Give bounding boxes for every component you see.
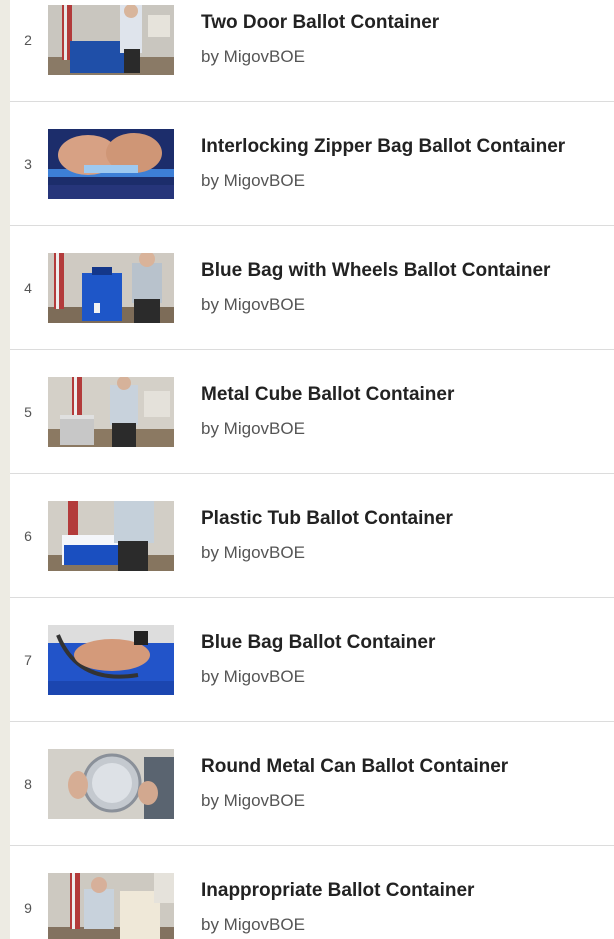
video-title[interactable]: Blue Bag Ballot Container bbox=[201, 632, 435, 654]
video-thumbnail[interactable] bbox=[48, 376, 174, 447]
video-author[interactable]: by MigovBOE bbox=[201, 791, 305, 811]
video-author[interactable]: by MigovBOE bbox=[201, 915, 305, 935]
video-author[interactable]: by MigovBOE bbox=[201, 171, 305, 191]
playlist-item[interactable]: 5 Metal Cube Ballot Container by MigovBO… bbox=[10, 350, 614, 474]
video-author[interactable]: by MigovBOE bbox=[201, 295, 305, 315]
item-index: 2 bbox=[24, 31, 32, 48]
video-thumbnail[interactable] bbox=[48, 748, 174, 819]
video-title[interactable]: Blue Bag with Wheels Ballot Container bbox=[201, 260, 550, 282]
item-index: 6 bbox=[24, 527, 32, 544]
video-title[interactable]: Inappropriate Ballot Container bbox=[201, 880, 474, 902]
playlist-item[interactable]: 9 Inappropriate Ballot Container by Migo… bbox=[10, 846, 614, 939]
playlist-item[interactable]: 3 Interlocking Zipper Bag Ballot Contain… bbox=[10, 102, 614, 226]
video-thumbnail[interactable] bbox=[48, 4, 174, 75]
item-index: 5 bbox=[24, 403, 32, 420]
playlist-item[interactable]: 7 Blue Bag Ballot Container by MigovBOE bbox=[10, 598, 614, 722]
item-index: 9 bbox=[24, 899, 32, 916]
item-index: 3 bbox=[24, 155, 32, 172]
item-index: 8 bbox=[24, 775, 32, 792]
video-title[interactable]: Round Metal Can Ballot Container bbox=[201, 756, 508, 778]
video-author[interactable]: by MigovBOE bbox=[201, 667, 305, 687]
video-thumbnail[interactable] bbox=[48, 128, 174, 199]
video-thumbnail[interactable] bbox=[48, 252, 174, 323]
video-thumbnail[interactable] bbox=[48, 624, 174, 695]
playlist-item[interactable]: 8 Round Metal Can Ballot Container by Mi… bbox=[10, 722, 614, 846]
video-title[interactable]: Plastic Tub Ballot Container bbox=[201, 508, 453, 530]
video-title[interactable]: Metal Cube Ballot Container bbox=[201, 384, 454, 406]
video-title[interactable]: Two Door Ballot Container bbox=[201, 12, 439, 34]
item-index: 7 bbox=[24, 651, 32, 668]
item-index: 4 bbox=[24, 279, 32, 296]
playlist-panel: 2 Two Door Ballot Container by MigovBOE … bbox=[10, 0, 614, 939]
video-author[interactable]: by MigovBOE bbox=[201, 419, 305, 439]
video-author[interactable]: by MigovBOE bbox=[201, 47, 305, 67]
playlist-item[interactable]: 2 Two Door Ballot Container by MigovBOE bbox=[10, 0, 614, 102]
playlist-item[interactable]: 6 Plastic Tub Ballot Container by MigovB… bbox=[10, 474, 614, 598]
playlist-item[interactable]: 4 Blue Bag with Wheels Ballot Container … bbox=[10, 226, 614, 350]
video-title[interactable]: Interlocking Zipper Bag Ballot Container bbox=[201, 136, 565, 158]
video-thumbnail[interactable] bbox=[48, 872, 174, 939]
video-thumbnail[interactable] bbox=[48, 500, 174, 571]
video-author[interactable]: by MigovBOE bbox=[201, 543, 305, 563]
